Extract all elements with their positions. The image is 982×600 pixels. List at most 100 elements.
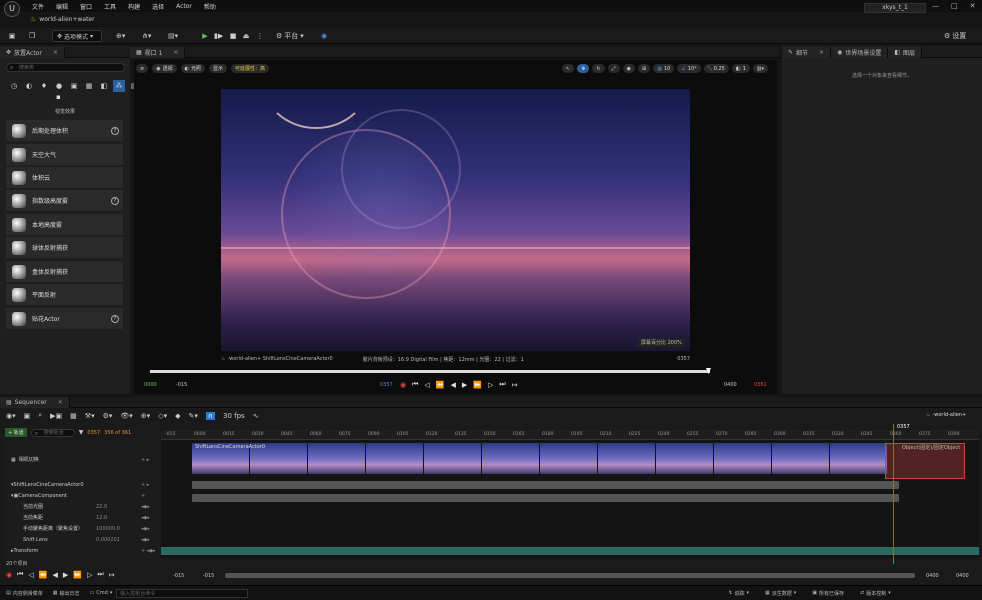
add-track-button[interactable]: + 轨道 <box>5 428 27 437</box>
record-icon[interactable]: ◉ <box>400 381 406 389</box>
key-controls-icon[interactable]: ◂◆▸ <box>141 504 150 510</box>
current-frame-field[interactable]: 0357 <box>87 430 100 436</box>
timeline-area[interactable]: ShiftLensCineCameraActor0 Object(固定)/固定O… <box>161 440 979 558</box>
menu-actor[interactable]: Actor <box>176 3 192 10</box>
jump-end-icon[interactable]: ⏭ <box>97 570 103 579</box>
scale-snap-button[interactable]: ⤡ 0.25 <box>703 64 729 73</box>
light-icon[interactable]: ♦ <box>38 80 50 92</box>
perspective-button[interactable]: ◉ 透视 <box>152 64 177 73</box>
find-icon[interactable]: ⌕ <box>38 411 42 420</box>
content-icon[interactable]: ❒ <box>26 30 38 42</box>
actor-search-input[interactable]: ⌕ 搜索类 <box>6 63 125 72</box>
globe-icon[interactable]: ◉ <box>318 30 330 42</box>
track-row-focus-distance[interactable]: 手动聚焦距离（聚焦设置） 100000.0 ◂◆▸ <box>3 523 160 534</box>
keyframe-icon[interactable]: ⊕▾ <box>141 412 150 420</box>
eject-icon[interactable]: ⏏ <box>240 30 252 42</box>
menu-edit[interactable]: 编辑 <box>56 2 68 11</box>
loop-icon[interactable]: ↦ <box>512 381 518 389</box>
prev-frame-icon[interactable]: ⏪ <box>436 381 445 389</box>
cmd-selector[interactable]: ▭ Cmd ▾ <box>90 590 113 596</box>
render-icon[interactable]: ▶▣ <box>50 412 62 420</box>
actor-item-planar-reflection[interactable]: 平面反射 <box>6 284 123 305</box>
play-icon[interactable]: ▶ <box>63 571 68 579</box>
scalability-button[interactable]: 可延展性：高 <box>231 64 270 73</box>
rotation-snap-button[interactable]: ∠ 10° <box>677 64 701 73</box>
menu-tools[interactable]: 工具 <box>104 2 116 11</box>
render-settings-icon[interactable]: ⚒▾ <box>85 412 95 420</box>
track-row-aperture[interactable]: 当前光圈 22.0 ◂◆▸ <box>3 501 160 512</box>
track-value[interactable]: 12.0 <box>96 515 107 521</box>
show-button[interactable]: 显示 <box>208 64 227 73</box>
camera-icon[interactable]: ▦ <box>70 412 77 420</box>
content-drawer-button[interactable]: ▤ 内容侧滑菜单 <box>6 590 43 597</box>
component-bar[interactable] <box>192 494 899 502</box>
user-badge[interactable]: xkys_t_1 <box>864 3 926 13</box>
next-key-icon[interactable]: ▷ <box>87 571 92 579</box>
select-icon[interactable]: ↖ <box>562 64 575 73</box>
save-icon[interactable]: ▣ <box>6 30 18 42</box>
project-tab[interactable]: ♨ world-alien+water <box>30 14 95 24</box>
move-icon[interactable]: ✥ <box>577 64 590 73</box>
timeline-ruler[interactable]: -015 0000 0015 0030 0045 0060 0075 0090 0105 0120… <box>161 430 979 440</box>
lit-button[interactable]: ◐ 光照 <box>180 64 205 73</box>
auto-key-icon[interactable]: ✎▾ <box>188 412 197 420</box>
cinematic-icon[interactable]: ▣ <box>68 80 80 92</box>
key-controls-icon[interactable]: ◂◆▸ <box>141 526 150 532</box>
world-icon[interactable]: ◉▾ <box>6 412 16 420</box>
grid-snap-button[interactable]: ▦ 10 <box>653 64 675 73</box>
prev-key-icon[interactable]: ◁ <box>28 571 33 579</box>
menu-help[interactable]: 帮助 <box>204 2 216 11</box>
next-key-icon[interactable]: ▷ <box>488 381 493 389</box>
playback-options-icon[interactable]: 👁▾ <box>120 412 132 420</box>
help-icon[interactable]: ? <box>111 314 119 323</box>
blueprint-icon[interactable]: ⋔▾ <box>140 30 153 42</box>
scale-icon[interactable]: ⤢ <box>607 64 620 73</box>
close-icon[interactable]: ✕ <box>173 49 178 56</box>
key-controls-icon[interactable]: ◂◆▸ <box>141 515 150 521</box>
viewport-menu-button[interactable]: ≡ <box>136 64 149 73</box>
actor-item-sky-atmosphere[interactable]: 天空大气 <box>6 144 123 165</box>
menu-file[interactable]: 文件 <box>32 2 44 11</box>
track-add-icon[interactable]: + <box>141 493 145 499</box>
geometry-icon[interactable]: ◧ <box>98 80 110 92</box>
playhead[interactable] <box>893 424 894 564</box>
prev-frame-icon[interactable]: ⏪ <box>39 571 48 579</box>
tab-viewport[interactable]: ▦ 视口 1 ✕ <box>130 46 186 58</box>
recent-icon[interactable]: ◷ <box>8 80 20 92</box>
tab-world-settings[interactable]: ◉ 世界场景设置 <box>831 46 889 58</box>
rotate-icon[interactable]: ↻ <box>592 64 605 73</box>
actor-item-sphere-reflection[interactable]: 球体反射捕获 <box>6 237 123 258</box>
reverse-icon[interactable]: ◀ <box>451 381 456 389</box>
actor-item-local-height-fog[interactable]: 本地高度雾 <box>6 214 123 235</box>
trace-button[interactable]: ↯ 追踪 ▾ <box>728 590 749 597</box>
layout-icon[interactable]: ▥▾ <box>752 64 768 73</box>
jump-start-icon[interactable]: ⏮ <box>17 570 23 579</box>
curve-editor-icon[interactable]: ∿ <box>253 412 259 420</box>
transform-bar[interactable] <box>161 547 979 555</box>
actor-item-post-process[interactable]: 后期处理体积? <box>6 120 123 141</box>
derived-data-button[interactable]: ▦ 派生数据 ▾ <box>765 590 796 597</box>
world-icon[interactable]: ◉ <box>622 64 635 73</box>
tab-layers[interactable]: ◧ 图层 <box>888 46 923 58</box>
reverse-icon[interactable]: ◀ <box>53 571 58 579</box>
jump-start-icon[interactable]: ⏮ <box>412 380 418 389</box>
save-icon[interactable]: ▣ <box>24 412 31 420</box>
prev-key-icon[interactable]: ◁ <box>424 381 429 389</box>
cinematics-icon[interactable]: ▤▾ <box>166 30 180 42</box>
menu-build[interactable]: 构建 <box>128 2 140 11</box>
tab-details[interactable]: ✎ 细节 ✕ <box>782 46 832 58</box>
fps-selector[interactable]: 30 fps <box>223 412 245 420</box>
actor-item-decal[interactable]: 贴花Actor? <box>6 308 123 329</box>
snap-icon[interactable]: ∩ <box>205 411 215 420</box>
help-icon[interactable]: ? <box>111 196 119 205</box>
volume-icon[interactable]: ▦ <box>83 80 95 92</box>
actor-item-volumetric-cloud[interactable]: 体积云 <box>6 167 123 188</box>
next-frame-icon[interactable]: ⏩ <box>73 571 82 579</box>
close-icon[interactable]: ✕ <box>970 2 976 10</box>
stop-icon[interactable]: ■ <box>227 30 239 42</box>
view-options-icon[interactable]: ⚙▾ <box>103 412 113 420</box>
record-icon[interactable]: ◉ <box>6 571 12 579</box>
viewport-scrubber[interactable] <box>150 370 710 373</box>
jump-end-icon[interactable]: ⏭ <box>499 380 505 389</box>
filter-icon[interactable]: ▼ <box>79 429 84 436</box>
